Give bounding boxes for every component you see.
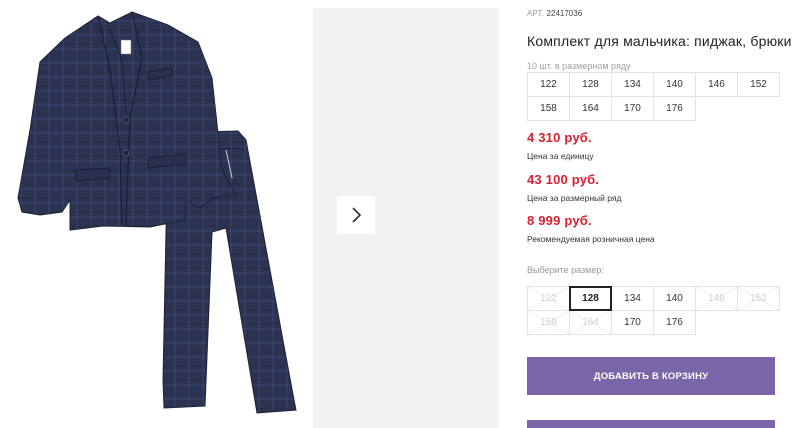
secondary-action-button[interactable] (527, 420, 775, 428)
size-option-170[interactable]: 170 (611, 310, 654, 335)
size-picker-label: Выберите размер: (527, 265, 604, 275)
pack-size-cell: 134 (611, 72, 654, 97)
article-label: АРТ. (527, 9, 544, 18)
pack-size-cell: 158 (527, 96, 570, 121)
pack-size-cell: 164 (569, 96, 612, 121)
pack-note: 10 шт. в размерном ряду (527, 61, 631, 71)
size-option-158: 158 (527, 310, 570, 335)
price-unit: 4 310 руб. (527, 130, 592, 145)
chevron-right-icon (352, 207, 362, 223)
pack-sizes-grid: 122 128 134 140 146 152 158 164 170 176 (527, 72, 780, 121)
pack-size-cell: 140 (653, 72, 696, 97)
price-unit-label: Цена за единицу (527, 151, 594, 161)
price-retail: 8 999 руб. (527, 213, 592, 228)
pack-size-cell: 146 (695, 72, 738, 97)
size-option-176[interactable]: 176 (653, 310, 696, 335)
gallery-next-button[interactable] (337, 196, 375, 234)
pack-size-cell: 176 (653, 96, 696, 121)
pack-size-cell: 128 (569, 72, 612, 97)
size-option-146: 146 (695, 286, 738, 311)
size-option-128[interactable]: 128 (569, 286, 612, 311)
suit-image (17, 11, 297, 414)
size-option-140[interactable]: 140 (653, 286, 696, 311)
size-option-164: 164 (569, 310, 612, 335)
pack-size-cell: 122 (527, 72, 570, 97)
article-number: АРТ. 22417036 (527, 9, 582, 18)
size-option-134[interactable]: 134 (611, 286, 654, 311)
price-pack: 43 100 руб. (527, 172, 600, 187)
pack-size-cell: 152 (737, 72, 780, 97)
article-value: 22417036 (546, 9, 583, 18)
price-retail-label: Рекомендуемая розничная цена (527, 234, 655, 244)
size-option-122: 122 (527, 286, 570, 311)
size-option-152: 152 (737, 286, 780, 311)
size-picker-grid: 122 128 134 140 146 152 158 164 170 176 (527, 286, 780, 335)
price-pack-label: Цена за размерный ряд (527, 193, 622, 203)
pack-size-cell: 170 (611, 96, 654, 121)
add-to-cart-button[interactable]: ДОБАВИТЬ В КОРЗИНУ (527, 357, 775, 395)
product-photo[interactable] (0, 0, 300, 428)
product-title: Комплект для мальчика: пиджак, брюки (527, 33, 792, 49)
